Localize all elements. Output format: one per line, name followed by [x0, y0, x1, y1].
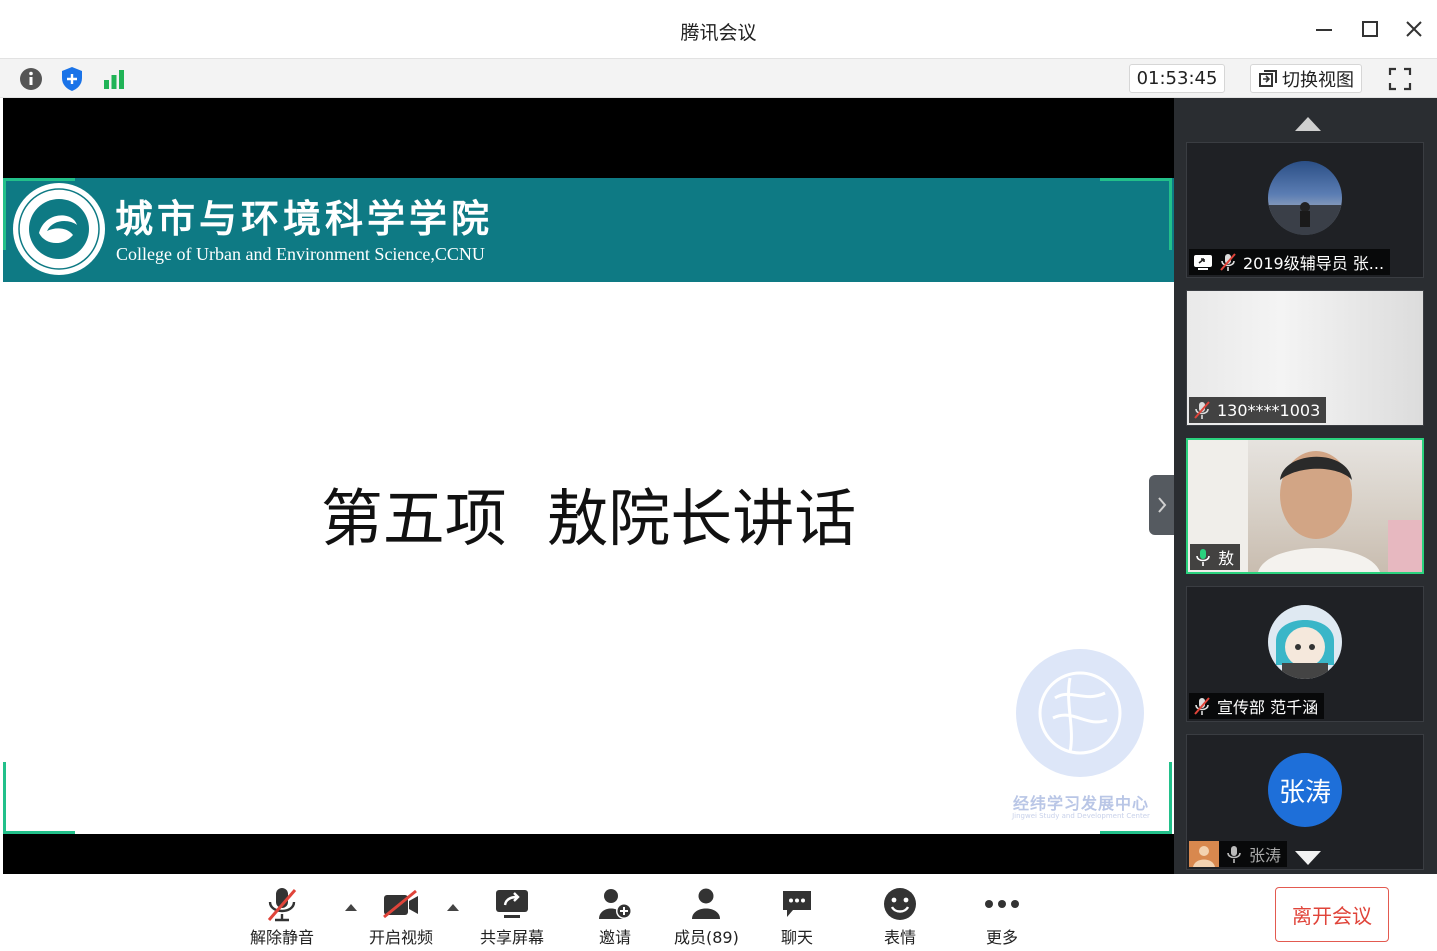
window-title: 腾讯会议: [680, 22, 757, 44]
fullscreen-icon: [1388, 67, 1412, 90]
meeting-timer: 01:53:45: [1129, 64, 1225, 93]
more-button[interactable]: 更多: [984, 886, 1020, 948]
participant-name: 宣传部 范千涵: [1217, 698, 1319, 717]
meeting-controls-bar: 解除静音 开启视频 共享屏幕 邀请 成员(89) 聊天 表情 更多 离开会议: [0, 874, 1437, 951]
invite-label: 邀请: [598, 928, 631, 947]
collapse-panel-button[interactable]: [1149, 475, 1175, 535]
maximize-button[interactable]: [1355, 14, 1385, 44]
participant-name: 130****1003: [1217, 400, 1321, 420]
shared-screen-stage: 城市与环境科学学院 College of Urban and Environme…: [3, 98, 1175, 874]
triangle-up-icon: [1295, 117, 1321, 131]
title-bar: 腾讯会议: [0, 0, 1437, 58]
invite-button[interactable]: 邀请: [597, 886, 633, 948]
reactions-label: 表情: [883, 928, 916, 947]
minimize-button[interactable]: [1309, 14, 1339, 44]
participant-label: 2019级辅导员 张...: [1189, 249, 1391, 275]
chat-bubble-icon: [783, 891, 811, 917]
frame-corner-bottom-left: [3, 762, 75, 834]
watermark-logo: [1015, 648, 1145, 782]
share-screen-icon: [496, 890, 528, 918]
participant-tile[interactable]: 130****1003: [1186, 290, 1424, 426]
participant-label: 敖: [1190, 544, 1241, 570]
watermark-text-cn: 经纬学习发展中心: [1012, 794, 1149, 813]
mic-active-icon: [1196, 549, 1210, 566]
more-dots-icon: [985, 900, 1019, 908]
participant-name: 敖: [1218, 549, 1235, 568]
avatar: [1268, 605, 1342, 679]
mic-muted-icon: [267, 888, 297, 922]
mic-icon: [1227, 846, 1241, 863]
minimize-icon: [1316, 29, 1332, 31]
tencent-meeting-window: 腾讯会议 01:53:45 切换视图 城市与环境科学学院 College of …: [0, 0, 1437, 951]
audio-options-caret[interactable]: [344, 902, 358, 912]
reactions-button[interactable]: 表情: [882, 886, 918, 948]
college-name-en: College of Urban and Environment Science…: [116, 244, 485, 264]
start-video-button[interactable]: 开启视频: [369, 886, 433, 948]
more-label: 更多: [985, 928, 1018, 947]
participant-video-panel: 2019级辅导员 张... 130****1003 敖 宣传部 范千涵 张涛 张…: [1174, 98, 1437, 874]
participant-label: 宣传部 范千涵: [1189, 693, 1325, 719]
leave-meeting-button[interactable]: 离开会议: [1275, 887, 1389, 942]
screen-share-icon: [1194, 255, 1212, 270]
participant-tile-active-speaker[interactable]: 敖: [1186, 438, 1424, 574]
participant-tile[interactable]: 2019级辅导员 张...: [1186, 142, 1424, 278]
participant-name: 2019级辅导员 张...: [1243, 254, 1385, 273]
avatar: 张涛: [1268, 753, 1342, 827]
switch-view-icon: [1259, 69, 1277, 87]
scroll-up-button[interactable]: [1294, 116, 1322, 136]
chat-label: 聊天: [780, 928, 813, 947]
maximize-icon: [1362, 21, 1378, 37]
info-button[interactable]: [17, 65, 45, 93]
meeting-toolbar: 01:53:45 切换视图: [0, 58, 1437, 98]
switch-view-button[interactable]: 切换视图: [1250, 64, 1362, 93]
scroll-down-button[interactable]: [1294, 850, 1322, 870]
mic-muted-icon: [1194, 697, 1210, 715]
members-label: 成员(89): [674, 928, 739, 947]
start-video-label: 开启视频: [369, 928, 434, 947]
slide-heading: 第五项 敖院长讲话: [320, 482, 857, 555]
participant-tile[interactable]: 宣传部 范千涵: [1186, 586, 1424, 722]
share-screen-button[interactable]: 共享屏幕: [480, 886, 544, 948]
user-placeholder-icon: [1189, 841, 1219, 867]
participant-label: 130****1003: [1189, 397, 1327, 423]
college-name-cn: 城市与环境科学学院: [115, 196, 494, 241]
unmute-button[interactable]: 解除静音: [250, 886, 314, 948]
college-banner: 城市与环境科学学院 College of Urban and Environme…: [3, 178, 1174, 282]
network-signal-button[interactable]: [100, 65, 128, 93]
participant-label: 张涛: [1189, 841, 1288, 867]
signal-bars-icon: [104, 70, 124, 89]
fullscreen-button[interactable]: [1384, 64, 1416, 93]
video-options-caret[interactable]: [446, 902, 460, 912]
share-screen-label: 共享屏幕: [480, 928, 545, 947]
smiley-icon: [884, 888, 916, 920]
frame-corner-top-left: [3, 178, 75, 250]
frame-corner-top-right: [1100, 178, 1172, 250]
close-button[interactable]: [1399, 14, 1429, 44]
triangle-down-icon: [1295, 851, 1321, 865]
mic-muted-icon: [1220, 253, 1236, 271]
presentation-slide: 城市与环境科学学院 College of Urban and Environme…: [3, 178, 1174, 834]
participant-name: 张涛: [1249, 846, 1282, 865]
mic-muted-icon: [1194, 401, 1210, 419]
watermark-text-en: Jingwei Study and Development Center: [1012, 812, 1150, 820]
members-icon: [692, 888, 721, 919]
chevron-right-icon: [1158, 497, 1167, 513]
unmute-label: 解除静音: [250, 928, 315, 947]
avatar: [1268, 161, 1342, 235]
chat-button[interactable]: 聊天: [780, 886, 814, 948]
switch-view-label: 切换视图: [1282, 69, 1354, 91]
info-icon: [20, 68, 42, 90]
invite-user-icon: [599, 889, 632, 919]
shield-icon: [62, 67, 82, 91]
camera-off-icon: [383, 889, 418, 919]
members-button[interactable]: 成员(89): [674, 886, 739, 948]
security-button[interactable]: [58, 65, 86, 93]
close-icon: [1406, 21, 1422, 37]
